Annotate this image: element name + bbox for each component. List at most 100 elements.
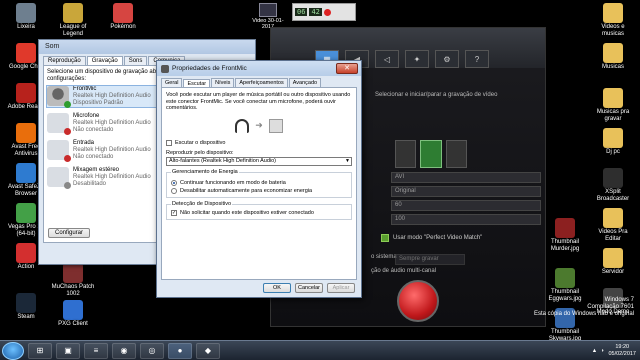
desktop-icon[interactable]: Musicas pra gravar <box>590 88 636 123</box>
tab-general[interactable]: Geral <box>161 78 183 87</box>
radio-selected-icon[interactable] <box>171 179 177 186</box>
desktop-icon[interactable]: XSplit Broadcaster <box>590 168 636 203</box>
checkbox-checked-icon[interactable] <box>381 234 389 242</box>
recorder-mini-widget[interactable]: 06 42 <box>292 3 356 21</box>
tab-enhancements[interactable]: Aperfeiçoamentos <box>235 78 288 87</box>
configure-button[interactable]: Configurar <box>48 228 91 238</box>
recorder-tab-screenshots[interactable]: ✦ <box>405 50 429 68</box>
tab-levels[interactable]: Níveis <box>211 78 235 87</box>
mini-widget-time: 06 <box>295 8 308 16</box>
desktop-icon[interactable]: Pokémon <box>100 3 146 31</box>
desktop-icon-label: Musicas pra gravar <box>596 109 630 122</box>
start-button[interactable] <box>2 341 24 360</box>
desktop-icon[interactable]: League of Legend <box>50 3 96 38</box>
desktop-icon-label: Action <box>17 264 35 270</box>
auto-disable-option[interactable]: Desabilitar automaticamente para economi… <box>171 187 347 194</box>
continue-on-battery-option[interactable]: Continuar funcionando em modo de bateria <box>171 179 347 186</box>
desktop-icon[interactable]: Videos e musicas <box>590 3 636 38</box>
desktop-icon[interactable]: Videos Pra Editar <box>590 208 636 243</box>
playback-device-select[interactable]: Alto-falantes (Realtek High Definition A… <box>166 156 352 166</box>
close-button[interactable]: ✕ <box>336 63 358 74</box>
recorder-tab-help[interactable]: ? <box>465 50 489 68</box>
league-icon[interactable]: ◎ <box>140 342 164 359</box>
disabled-badge-icon <box>64 182 71 189</box>
desktop-icon[interactable]: Lixeira <box>3 3 49 31</box>
do-not-prompt-label: Não solicitar quando este dispositivo es… <box>180 209 314 216</box>
perfect-video-match-label: Usar modo "Perfect Video Match" <box>393 235 483 241</box>
properties-tabs: Geral Escutar Níveis Aperfeiçoamentos Av… <box>157 76 361 88</box>
properties-title: Propriedades de FrontMic <box>172 65 247 72</box>
tab-advanced[interactable]: Avançado <box>288 78 322 87</box>
clock[interactable]: 19:20 05/02/2017 <box>608 344 636 357</box>
tab-sounds[interactable]: Sons <box>123 56 148 65</box>
chrome-icon <box>16 43 36 63</box>
record-button[interactable] <box>397 280 439 322</box>
steam-icon <box>16 293 36 313</box>
desktop-icon[interactable]: Dj pc <box>590 128 636 156</box>
desktop-icon[interactable]: Musicas <box>590 43 636 71</box>
recorder-size-field[interactable]: Original <box>391 186 541 197</box>
tray-arrow-icon[interactable]: ▲ <box>592 348 597 354</box>
disconnected-badge-icon <box>64 128 71 135</box>
explorer-icon[interactable]: ⊞ <box>28 342 52 359</box>
volume-icon[interactable]: ◗ <box>601 348 604 354</box>
chrome-icon[interactable]: ◉ <box>112 342 136 359</box>
desktop-icon-label: Dj pc <box>606 149 620 155</box>
recorder-tab-settings[interactable]: ⚙ <box>435 50 459 68</box>
recorder-fps-field[interactable]: 60 <box>391 200 541 211</box>
desktop-icon-video[interactable]: Video 30-01-2017 <box>247 3 289 30</box>
desktop-icon-label: Servidor <box>601 269 625 275</box>
windows-media-icon[interactable]: ▣ <box>56 342 80 359</box>
radio-unselected-icon[interactable] <box>171 187 177 194</box>
vegas-icon[interactable]: ◆ <box>196 342 220 359</box>
headset-icon <box>47 86 71 108</box>
record-dot-icon[interactable] <box>323 8 331 16</box>
listen-device-option[interactable]: Escutar o dispositivo <box>166 139 352 146</box>
disconnected-badge-icon <box>64 155 71 162</box>
apply-button[interactable]: Aplicar <box>327 283 355 293</box>
listen-tab-body: Você pode escutar um player de música po… <box>161 87 357 280</box>
windows-notice-line2: Compilação 7601 <box>587 304 634 310</box>
checkbox-checked-icon[interactable]: ✓ <box>171 209 177 216</box>
arrow-right-icon: ➜ <box>255 120 263 130</box>
folder-icon <box>603 248 623 268</box>
desktop-icon[interactable]: PXG Client <box>50 300 96 328</box>
power-management-title: Gerenciamento de Energia <box>171 168 239 175</box>
folder-icon <box>603 208 623 228</box>
listen-description: Você pode escutar um player de música po… <box>166 92 351 111</box>
recorder-quality-field[interactable]: 100 <box>391 214 541 225</box>
video-file-icon <box>259 3 277 17</box>
notepad-icon[interactable]: ≡ <box>84 342 108 359</box>
desktop-icon[interactable]: Steam <box>3 293 49 321</box>
desktop-icon[interactable]: Servidor <box>590 248 636 276</box>
do-not-prompt-option[interactable]: ✓ Não solicitar quando este dispositivo … <box>171 209 347 216</box>
tab-playback[interactable]: Reprodução <box>43 56 86 65</box>
ok-button[interactable]: OK <box>263 283 291 293</box>
microphone-icon <box>161 64 169 73</box>
desktop-icon-label: Videos Pra Editar <box>598 229 628 242</box>
pxg-icon <box>63 300 83 320</box>
action-icon <box>16 243 36 263</box>
always-record-field[interactable]: Sempre gravar <box>395 254 465 265</box>
recorder-format-field[interactable]: AVI <box>391 172 541 183</box>
screen-capture-icon[interactable] <box>420 140 442 168</box>
perfect-video-match-option[interactable]: Usar modo "Perfect Video Match" <box>381 234 482 242</box>
windows-notice-line3: Esta cópia do Windows não é original <box>533 311 634 317</box>
image-file-icon <box>555 268 575 288</box>
recorder-icon[interactable]: ● <box>168 342 192 359</box>
desktop-icon-label: Videos e musicas <box>601 24 625 37</box>
device-icon[interactable] <box>445 140 467 168</box>
checkbox-unchecked-icon[interactable] <box>166 139 172 146</box>
gamepad-icon[interactable] <box>395 140 417 168</box>
device-text: Entrada Realtek High Definition Audio Não … <box>73 140 151 161</box>
desktop-icon-label: XSplit Broadcaster <box>596 189 630 202</box>
device-name: Mixagem estéreo <box>73 167 120 173</box>
tab-recording[interactable]: Gravação <box>86 56 123 65</box>
desktop-icon-label: League of Legend <box>59 24 87 37</box>
avast-icon <box>16 123 36 143</box>
device-name: FrontMic <box>73 86 97 92</box>
recorder-tab-audio[interactable]: ◁ <box>375 50 399 68</box>
desktop-icon[interactable]: MuChaos Patch 1002 <box>50 263 96 298</box>
desktop-icon[interactable]: Thumbnail Murder.jpg <box>542 218 588 253</box>
cancel-button[interactable]: Cancelar <box>295 283 323 293</box>
